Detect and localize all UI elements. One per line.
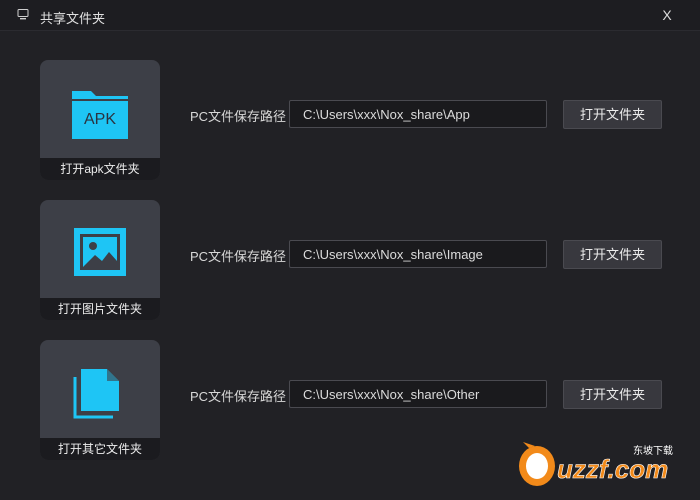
image-icon	[74, 228, 126, 276]
open-apk-folder-tile[interactable]: APK 打开apk文件夹	[40, 60, 160, 180]
close-button[interactable]: X	[655, 3, 679, 27]
image-path-input[interactable]	[289, 240, 547, 268]
open-other-folder-button[interactable]: 打开文件夹	[563, 380, 662, 409]
tile-caption: 打开apk文件夹	[40, 158, 160, 180]
watermark-logo: uzzf.com 东坡下载	[519, 442, 673, 486]
svg-text:APK: APK	[84, 111, 116, 128]
window-title: 共享文件夹	[40, 11, 106, 26]
tile-caption: 打开其它文件夹	[40, 438, 160, 460]
path-label: PC文件保存路径	[190, 109, 287, 124]
tile-caption: 打开图片文件夹	[40, 298, 160, 320]
apk-path-input[interactable]	[289, 100, 547, 128]
other-path-input[interactable]	[289, 380, 547, 408]
documents-icon	[73, 369, 119, 419]
open-apk-folder-button[interactable]: 打开文件夹	[563, 100, 662, 129]
open-image-folder-button[interactable]: 打开文件夹	[563, 240, 662, 269]
row-image: 打开图片文件夹 PC文件保存路径 打开文件夹	[0, 200, 700, 320]
row-apk: APK 打开apk文件夹 PC文件保存路径 打开文件夹	[0, 60, 700, 180]
path-label: PC文件保存路径	[190, 249, 287, 264]
window-icon	[17, 9, 29, 20]
watermark-text: uzzf.com	[557, 454, 668, 484]
open-other-folder-tile[interactable]: 打开其它文件夹	[40, 340, 160, 460]
open-image-folder-tile[interactable]: 打开图片文件夹	[40, 200, 160, 320]
title-bar: 共享文件夹 X	[0, 0, 700, 31]
watermark-subtext: 东坡下载	[633, 444, 673, 457]
apk-folder-icon: APK	[72, 91, 128, 139]
path-label: PC文件保存路径	[190, 389, 287, 404]
